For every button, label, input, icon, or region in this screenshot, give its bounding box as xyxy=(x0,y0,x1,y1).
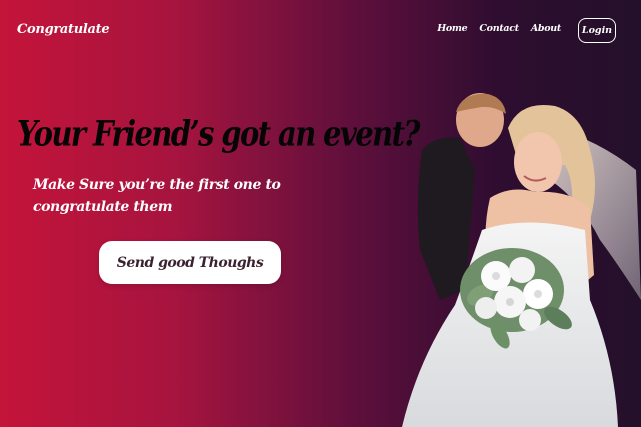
brand-logo[interactable]: Congratulate xyxy=(17,22,110,37)
send-good-thoughts-button[interactable]: Send good Thoughs xyxy=(99,241,281,284)
wedding-couple-photo xyxy=(402,93,641,427)
hero-title: Your Friend’s got an event? xyxy=(17,113,420,154)
nav-link-about[interactable]: About xyxy=(531,23,561,34)
hero-subtitle: Make Sure you’re the first one to congra… xyxy=(33,177,281,215)
nav-link-home[interactable]: Home xyxy=(437,23,468,34)
login-button[interactable]: Login xyxy=(578,18,616,43)
bride-face xyxy=(514,132,562,192)
nav-link-contact[interactable]: Contact xyxy=(479,23,519,34)
main-nav: Home Contact About xyxy=(437,23,561,34)
